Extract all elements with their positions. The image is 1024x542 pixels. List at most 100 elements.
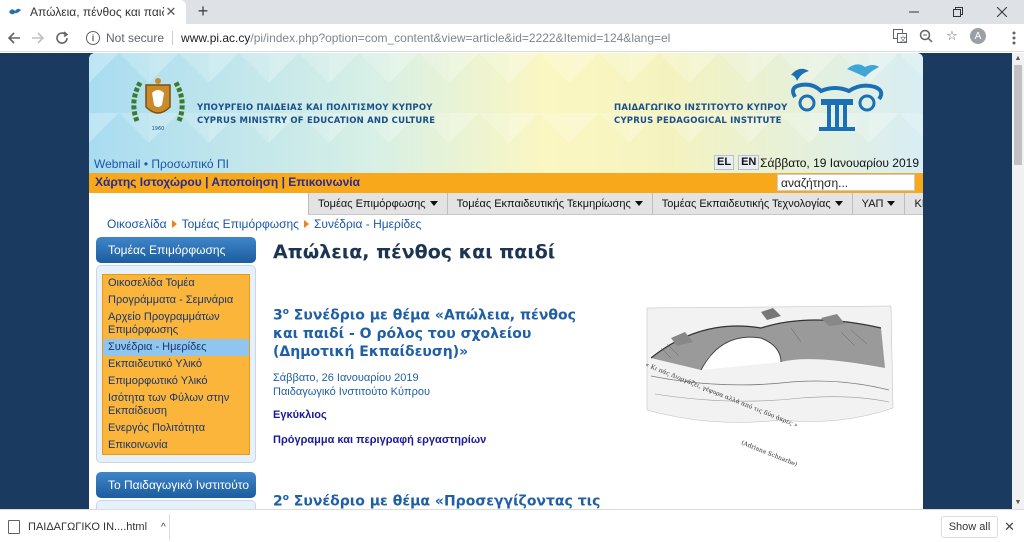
main-menu: Τομέας Επιμόρφωσης Τομέας Εκπαιδευτικής … [308,193,923,215]
profile-avatar[interactable]: A [970,28,986,44]
sidebar-item-home[interactable]: Οικοσελίδα Τομέα [103,275,249,292]
caret-down-icon [887,201,896,206]
institute-name[interactable]: ΠΑΙΔΑΓΩΓΙΚΟ ΙΝΣΤΙΤΟΥΤΟ ΚΥΠΡΟΥ CYPRUS PED… [614,102,787,128]
ministry-name[interactable]: ΥΠΟΥΡΓΕΙΟ ΠΑΙΔΕΙΑΣ ΚΑΙ ΠΟΛΙΤΙΣΜΟΥ ΚΥΠΡΟΥ… [197,102,435,128]
download-item[interactable]: ΠΑΙΔΑΓΩΓΙΚΟ ΙΝ....html ^ [8,514,170,540]
program-link[interactable]: Πρόγραμμα και περιγραφή εργαστηρίων [273,434,486,446]
sidebar-item-gender-equality[interactable]: Ισότητα των Φύλων στην Εκπαίδευση [103,390,249,420]
conference-date: Σάββατο, 26 Ιανουαρίου 2019 [273,372,419,384]
disclaimer-link[interactable]: Αποποίηση [211,175,278,189]
sidebar-item-educational-material[interactable]: Εκπαιδευτικό Υλικό [103,356,249,373]
menu-item-label: Τομέας Επιμόρφωσης [318,197,426,210]
sidebar-item-contact[interactable]: Επικοινωνία [103,437,249,454]
conference-3-heading: 3ο Συνέδριο με θέμα «Απώλεια, πένθος και… [273,303,603,361]
menu-item-training[interactable]: Τομέας Επιμόρφωσης [308,193,448,214]
tab-close-icon[interactable]: ✕ [164,4,178,20]
download-chevron-icon[interactable]: ^ [161,522,166,533]
institute-logo-icon[interactable] [787,61,887,133]
download-filename: ΠΑΙΔΑΓΩΓΙΚΟ ΙΝ....html [28,521,148,533]
conference-3-number: 3 [273,307,283,324]
window-close-icon[interactable] [980,0,1024,24]
scroll-down-arrow-icon[interactable]: ▼ [1012,497,1024,509]
search-input[interactable] [777,174,915,191]
utility-links: Χάρτης Ιστοχώρου | Αποποίηση | Επικοινων… [95,175,360,189]
back-arrow-icon[interactable] [4,28,24,48]
bridge-sketch-image: « Κι πάς Διοργάζει, γέφυρα αλλά από τις … [641,298,897,484]
personal-link[interactable]: Προσωπικό ΠΙ [151,157,229,171]
webmail-link[interactable]: Webmail [94,157,140,171]
scroll-up-arrow-icon[interactable]: ▲ [1012,53,1024,65]
sidebar-heading-institute[interactable]: Το Παιδαγωγικό Ινστιτούτο [96,472,256,498]
tab-strip: Απώλεια, πένθος και παιδί ✕ + [0,0,1024,24]
vertical-scrollbar[interactable]: ▲ ▼ [1012,53,1024,509]
breadcrumb-arrow-icon [171,220,177,228]
menu-item-keea[interactable]: ΚΕΕΑ [905,193,923,214]
utility-separator: | [281,175,285,189]
file-icon [8,520,20,534]
caret-down-icon [429,201,438,206]
info-icon[interactable]: i [86,31,100,45]
new-tab-button[interactable]: + [193,2,213,22]
utility-separator: | [205,175,209,189]
sidebar-item-archive[interactable]: Αρχείο Προγραμμάτων Επιμόρφωσης [103,309,249,339]
menu-item-label: Τομέας Εκπαιδευτικής Τεκμηρίωσης [456,197,631,210]
sidebar-panel-institute [96,500,256,509]
minimize-icon[interactable] [892,0,936,24]
url-text[interactable]: www.pi.ac.cy/pi/index.php?option=com_con… [181,31,670,45]
menu-item-label: Τομέας Εκπαιδευτικής Τεχνολογίας [661,197,831,210]
conference-3-text: Συνέδριο με θέμα «Απώλεια, πένθος και πα… [273,307,576,360]
utility-bar: Χάρτης Ιστοχώρου | Αποποίηση | Επικοινων… [89,173,923,193]
language-switcher: EL EN [714,155,760,170]
translate-icon[interactable]: 文 [892,28,908,44]
url-path: /pi/index.php?option=com_content&view=ar… [250,31,671,45]
restore-icon[interactable] [936,0,980,24]
sidebar-list: Οικοσελίδα Τομέα Προγράμματα - Σεμινάρια… [102,274,250,455]
menu-item-label: ΥΑΠ [861,197,884,210]
menu-item-technology[interactable]: Τομέας Εκπαιδευτικής Τεχνολογίας [653,193,853,214]
conference-details: Σάββατο, 26 Ιανουαρίου 2019 Παιδαγωγικό … [273,371,430,399]
scroll-thumb[interactable] [1014,65,1022,165]
not-secure-label: Not secure [106,31,165,45]
menu-item-yap[interactable]: ΥΑΠ [853,193,906,214]
lang-en-button[interactable]: EN [738,155,760,170]
bookmark-star-icon[interactable]: ☆ [944,28,960,44]
zoom-icon[interactable] [918,28,934,44]
download-bar: ΠΑΙΔΑΓΩΓΙΚΟ ΙΝ....html ^ Show all ✕ [0,509,1024,542]
page-viewport: 1960 ΥΠΟΥΡΓΕΙΟ ΠΑΙΔΕΙΑΣ ΚΑΙ ΠΟΛΙΤΙΣΜΟΥ Κ… [0,53,1012,509]
conference-2-heading: 2ο Συνέδριο με θέμα «Προσεγγίζοντας τις [273,493,600,509]
menu-item-label: ΚΕΕΑ [914,197,923,210]
tab-title: Απώλεια, πένθος και παιδί [30,5,164,19]
breadcrumb-arrow-icon [303,220,309,228]
forward-arrow-icon[interactable] [28,28,48,48]
caret-down-icon [634,201,643,206]
top-links: Webmail • Προσωπικό ΠΙ [94,157,229,171]
menu-item-documentation[interactable]: Τομέας Εκπαιδευτικής Τεκμηρίωσης [448,193,653,214]
breadcrumb-home[interactable]: Οικοσελίδα [107,217,167,231]
breadcrumb-current[interactable]: Συνέδρια - Ημερίδες [314,217,421,231]
ministry-name-greek: ΥΠΟΥΡΓΕΙΟ ΠΑΙΔΕΙΑΣ ΚΑΙ ΠΟΛΙΤΙΣΜΟΥ ΚΥΠΡΟΥ [197,103,433,113]
browser-toolbar: i Not secure www.pi.ac.cy/pi/index.php?o… [0,24,1024,52]
current-date: Σάββατο, 19 Ιανουαρίου 2019 [760,156,919,170]
sitemap-link[interactable]: Χάρτης Ιστοχώρου [95,175,202,189]
breadcrumb-section[interactable]: Τομέας Επιμόρφωσης [182,217,299,231]
browser-tab[interactable]: Απώλεια, πένθος και παιδί ✕ [0,0,186,24]
sidebar-heading[interactable]: Τομέας Επιμόρφωσης [96,237,256,263]
address-bar[interactable]: i Not secure www.pi.ac.cy/pi/index.php?o… [80,27,970,49]
url-host: www.pi.ac.cy [181,31,251,45]
sidebar-item-programs[interactable]: Προγράμματα - Σεμινάρια [103,292,249,309]
circular-link[interactable]: Εγκύκλιος [273,409,327,421]
bullet-separator: • [143,157,149,171]
reload-icon[interactable] [52,28,72,48]
show-all-button[interactable]: Show all [941,516,998,538]
sidebar-item-conferences[interactable]: Συνέδρια - Ημερίδες [103,339,249,356]
sidebar-item-training-material[interactable]: Επιμορφωτικό Υλικό [103,373,249,390]
download-bar-close-icon[interactable]: ✕ [1004,519,1015,535]
conference-venue: Παιδαγωγικό Ινστιτούτο Κύπρου [273,386,430,398]
sidebar-item-citizenship[interactable]: Ενεργός Πολιτότητα [103,420,249,437]
lang-el-button[interactable]: EL [714,155,735,170]
contact-link[interactable]: Επικοινωνία [288,175,360,189]
cyprus-crest-icon: 1960 [131,78,185,132]
menu-kebab-icon[interactable] [1004,28,1024,48]
omnibox-divider [172,31,174,45]
conference-2-number: 2 [273,493,283,509]
